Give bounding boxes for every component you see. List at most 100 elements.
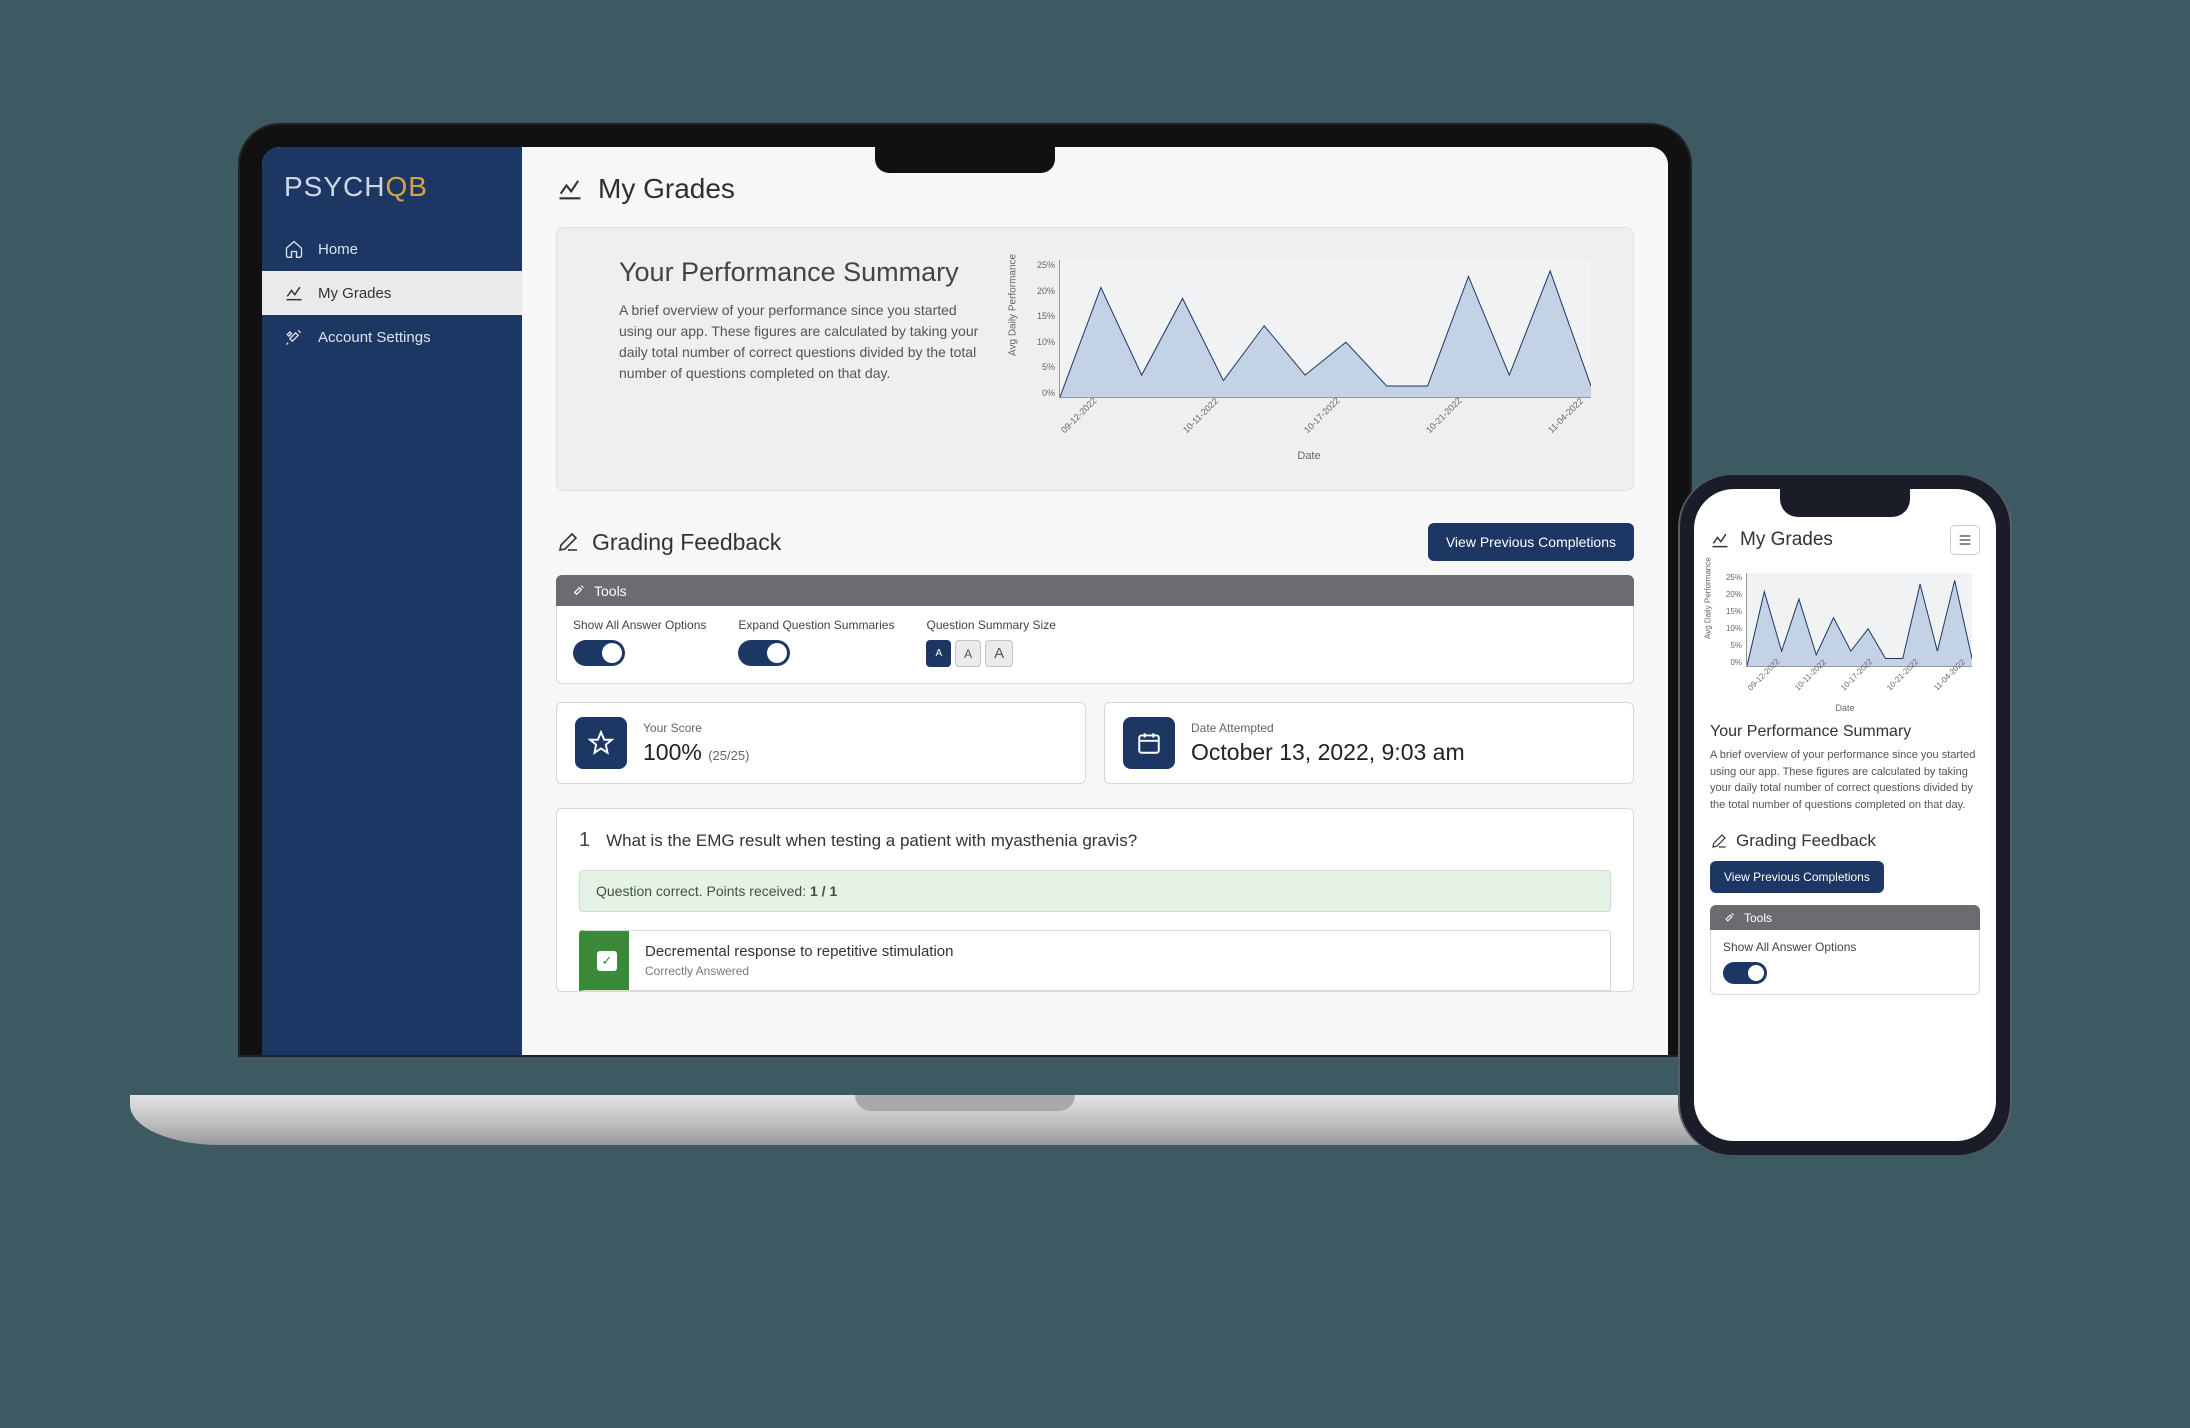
expand-summaries-toggle[interactable] <box>738 640 790 666</box>
chart-y-ticks: 25%20%15%10%5%0% <box>1712 573 1742 667</box>
app-logo: PSYCHQB <box>262 161 522 227</box>
calendar-icon <box>1123 717 1175 769</box>
phone-notch <box>1780 489 1910 517</box>
performance-summary-text: Your Performance Summary A brief overvie… <box>619 256 979 384</box>
chart-x-ticks: 09-12-202210-11-202210-17-202210-21-2022… <box>1746 686 1972 695</box>
main-content: My Grades Your Performance Summary A bri… <box>522 147 1668 1055</box>
page-title-row: My Grades <box>556 173 1634 205</box>
chart-svg <box>1060 260 1591 397</box>
tools-icon <box>284 327 304 347</box>
wrench-icon <box>570 583 586 599</box>
correct-banner-prefix: Question correct. Points received: <box>596 883 810 899</box>
phone-performance-chart: Avg Daily Performance 25%20%15%10%5%0% 0… <box>1710 569 1980 709</box>
date-label: Date Attempted <box>1191 721 1465 735</box>
question-text: What is the EMG result when testing a pa… <box>606 831 1137 851</box>
star-icon <box>575 717 627 769</box>
chart-line-icon <box>284 283 304 303</box>
score-sub: (25/25) <box>708 748 749 763</box>
phone-feedback-heading: Grading Feedback <box>1736 831 1876 851</box>
sidebar-item-my-grades[interactable]: My Grades <box>262 271 522 315</box>
question-number: 1 <box>579 829 590 852</box>
chart-plot-area <box>1059 260 1591 398</box>
score-value-row: 100% (25/25) <box>643 739 749 766</box>
logo-part2: QB <box>385 171 427 202</box>
tool-expand-label: Expand Question Summaries <box>738 618 894 632</box>
size-medium-button[interactable]: A <box>955 640 981 667</box>
hamburger-icon <box>1957 532 1973 548</box>
sidebar-item-label: My Grades <box>318 285 391 302</box>
sidebar-item-home[interactable]: Home <box>262 227 522 271</box>
your-score-metric: Your Score 100% (25/25) <box>556 702 1086 784</box>
chart-y-ticks: 25%20%15%10%5%0% <box>1025 260 1055 398</box>
sidebar: PSYCHQB Home My Grades Account Settings <box>262 147 522 1055</box>
sidebar-item-label: Account Settings <box>318 329 431 346</box>
menu-button[interactable] <box>1950 525 1980 555</box>
laptop-frame: PSYCHQB Home My Grades Account Settings <box>240 125 1690 1055</box>
answer-text: Decremental response to repetitive stimu… <box>645 943 953 960</box>
answer-sub: Correctly Answered <box>645 964 953 978</box>
answer-option-correct: ✓ Decremental response to repetitive sti… <box>579 930 1611 991</box>
show-all-toggle[interactable] <box>573 640 625 666</box>
tool-expand-group: Expand Question Summaries <box>738 618 894 667</box>
laptop-lip <box>855 1095 1075 1111</box>
sidebar-item-account-settings[interactable]: Account Settings <box>262 315 522 359</box>
phone-tool-show-all-group: Show All Answer Options <box>1723 940 1856 984</box>
metric-row: Your Score 100% (25/25) Date Attemp <box>556 702 1634 784</box>
tool-show-all-label: Show All Answer Options <box>573 618 706 632</box>
phone-feedback-header: Grading Feedback <box>1710 831 1980 851</box>
size-buttons: A A A <box>926 640 1055 667</box>
tool-size-group: Question Summary Size A A A <box>926 618 1055 667</box>
view-previous-completions-button[interactable]: View Previous Completions <box>1428 523 1634 561</box>
chart-y-axis-label: Avg Daily Performance <box>1008 254 1019 356</box>
phone-view-previous-button[interactable]: View Previous Completions <box>1710 861 1884 893</box>
chart-x-axis-label: Date <box>1710 703 1980 713</box>
phone-show-all-toggle[interactable] <box>1723 962 1767 984</box>
score-texts: Your Score 100% (25/25) <box>643 721 749 766</box>
phone-tools-body: Show All Answer Options <box>1710 930 1980 995</box>
chart-svg <box>1747 573 1972 666</box>
laptop-screen: PSYCHQB Home My Grades Account Settings <box>262 147 1668 1055</box>
tools-label: Tools <box>594 583 627 599</box>
home-icon <box>284 239 304 259</box>
grading-feedback-header: Grading Feedback View Previous Completio… <box>556 523 1634 561</box>
answer-detail: Decremental response to repetitive stimu… <box>645 931 953 990</box>
laptop-base <box>130 1095 1800 1145</box>
correct-banner-points: 1 / 1 <box>810 883 837 899</box>
chart-plot-area <box>1746 573 1972 667</box>
phone-screen: My Grades Avg Daily Performance 25%20%15… <box>1694 489 1996 1141</box>
tool-size-label: Question Summary Size <box>926 618 1055 632</box>
page-title: My Grades <box>598 173 735 205</box>
phone-summary-heading: Your Performance Summary <box>1710 723 1980 741</box>
tool-show-all-group: Show All Answer Options <box>573 618 706 667</box>
phone-page-title: My Grades <box>1740 529 1833 551</box>
wrench-icon <box>1722 911 1736 925</box>
phone-tool-show-all-label: Show All Answer Options <box>1723 940 1856 954</box>
answer-checkbox-container: ✓ <box>585 931 629 990</box>
question-correct-banner: Question correct. Points received: 1 / 1 <box>579 870 1611 912</box>
tools-bar-header: Tools <box>556 575 1634 607</box>
performance-summary-card: Your Performance Summary A brief overvie… <box>556 227 1634 491</box>
date-texts: Date Attempted October 13, 2022, 9:03 am <box>1191 721 1465 766</box>
grading-feedback-heading: Grading Feedback <box>592 529 781 556</box>
chart-line-icon <box>556 175 584 203</box>
phone-performance-summary: Your Performance Summary A brief overvie… <box>1710 723 1980 813</box>
question-block: 1 What is the EMG result when testing a … <box>556 808 1634 992</box>
check-icon: ✓ <box>597 951 617 971</box>
tools-body: Show All Answer Options Expand Question … <box>556 606 1634 684</box>
score-label: Your Score <box>643 721 749 735</box>
size-small-button[interactable]: A <box>926 640 951 667</box>
phone-summary-body: A brief overview of your performance sin… <box>1710 747 1980 813</box>
date-value: October 13, 2022, 9:03 am <box>1191 739 1465 766</box>
question-title: 1 What is the EMG result when testing a … <box>579 829 1611 852</box>
phone-header: My Grades <box>1710 525 1980 555</box>
edit-icon <box>556 530 580 554</box>
performance-summary-body: A brief overview of your performance sin… <box>619 300 979 384</box>
performance-chart: Avg Daily Performance 25%20%15%10%5%0% 0… <box>1019 256 1599 456</box>
size-large-button[interactable]: A <box>985 640 1013 667</box>
sidebar-item-label: Home <box>318 241 358 258</box>
laptop-device: PSYCHQB Home My Grades Account Settings <box>240 125 1690 1145</box>
score-value: 100% <box>643 739 702 765</box>
performance-summary-heading: Your Performance Summary <box>619 256 979 290</box>
tools-label: Tools <box>1744 911 1772 925</box>
chart-x-axis-label: Date <box>1019 450 1599 462</box>
